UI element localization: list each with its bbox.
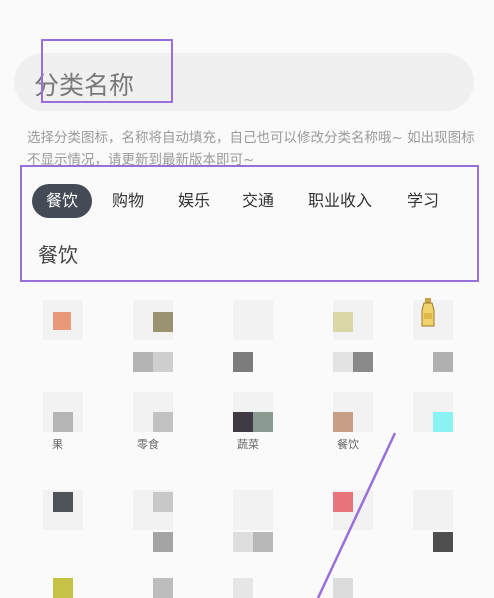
category-icon[interactable] [43, 300, 83, 340]
category-icon[interactable] [43, 392, 83, 432]
tab-dining[interactable]: 餐饮 [32, 184, 93, 218]
category-icon[interactable] [133, 490, 173, 530]
icon-grid: 果 零食 蔬菜 餐饮 [0, 290, 494, 598]
category-icon-label: 餐饮 [337, 438, 359, 451]
tab-career-income[interactable]: 职业收入 [308, 184, 372, 218]
bottle-icon[interactable] [419, 298, 437, 328]
category-icon[interactable] [413, 392, 453, 432]
category-icon[interactable] [333, 490, 373, 530]
category-icon[interactable] [333, 392, 373, 432]
tab-entertainment[interactable]: 娱乐 [178, 184, 210, 218]
category-icon-label: 果 [52, 438, 63, 451]
tab-shopping[interactable]: 购物 [112, 184, 144, 218]
selected-category-label: 餐饮 [38, 243, 78, 267]
category-icon[interactable] [133, 300, 173, 340]
tab-transport[interactable]: 交通 [242, 184, 274, 218]
category-panel: 餐饮 购物 娱乐 交通 职业收入 学习 餐饮 [20, 165, 479, 282]
category-icon[interactable] [233, 300, 273, 340]
category-icon[interactable] [133, 392, 173, 432]
category-icon-label: 蔬菜 [237, 438, 259, 451]
category-icon[interactable] [233, 392, 273, 432]
category-icon[interactable] [333, 300, 373, 340]
category-icon[interactable] [43, 490, 83, 530]
highlight-box-name [41, 39, 173, 103]
category-icon-label: 零食 [137, 438, 159, 451]
category-icon[interactable] [233, 490, 273, 530]
tab-study[interactable]: 学习 [407, 184, 439, 218]
category-icon[interactable] [413, 490, 453, 530]
